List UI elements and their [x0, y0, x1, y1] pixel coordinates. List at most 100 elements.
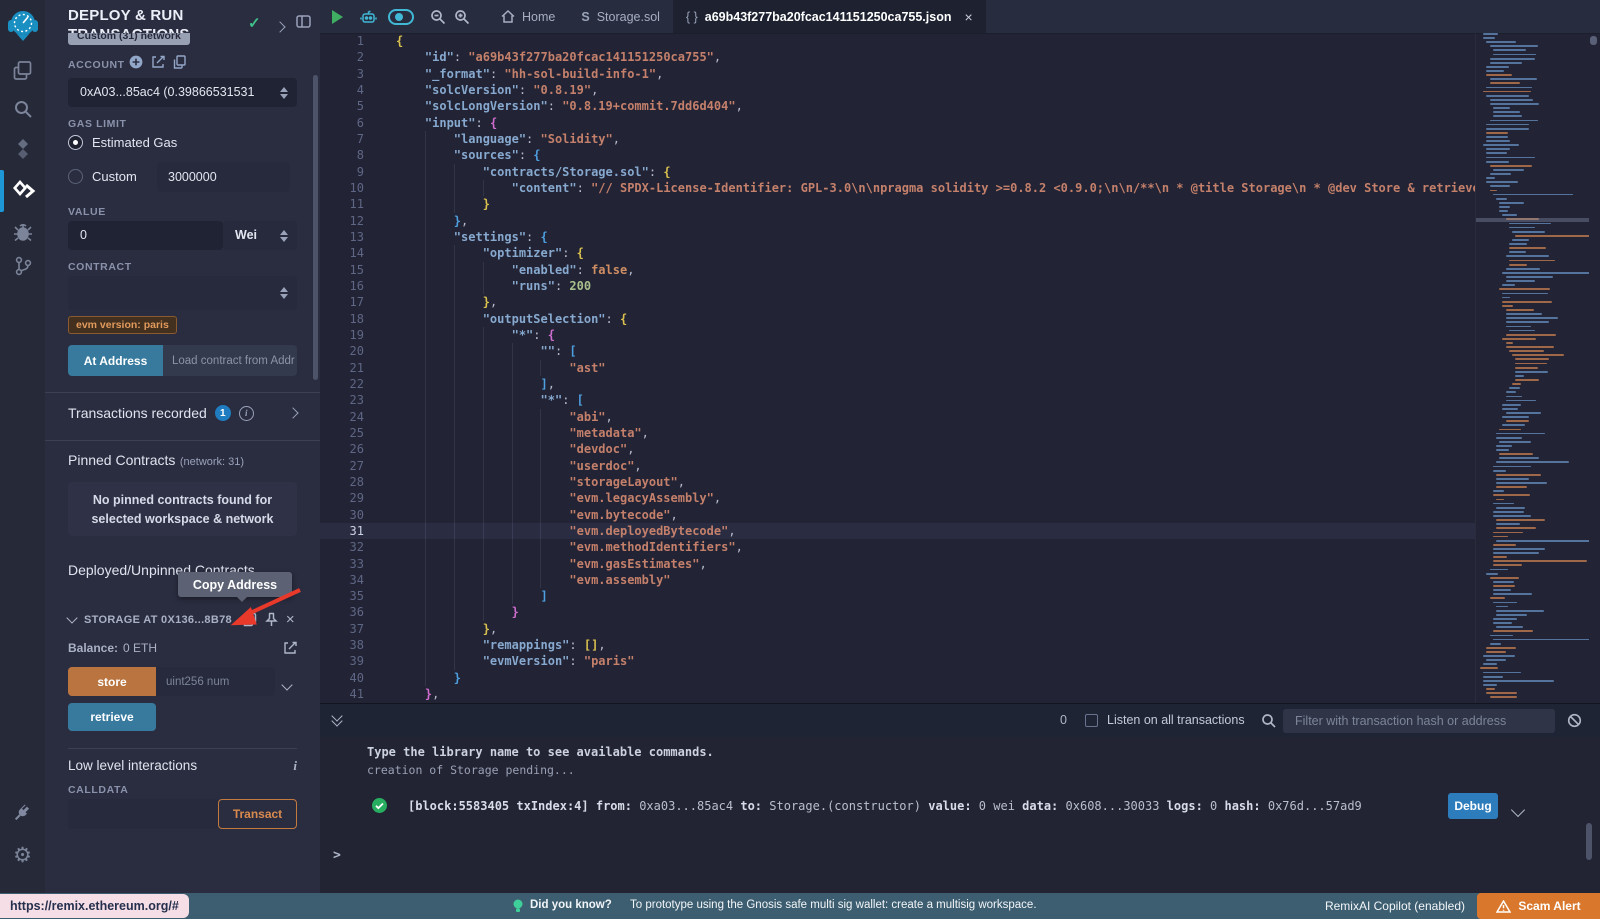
contract-select[interactable]	[68, 276, 297, 310]
code-line[interactable]: 19 "*": {	[320, 327, 1475, 343]
transactions-recorded-row[interactable]: Transactions recorded 1 i	[68, 404, 297, 422]
code-line[interactable]: 36 }	[320, 604, 1475, 620]
estimated-gas-radio[interactable]	[68, 135, 83, 150]
filter-input[interactable]: Filter with transaction hash or address	[1283, 709, 1555, 733]
code-line[interactable]: 39 "evmVersion": "paris"	[320, 653, 1475, 669]
tab-home[interactable]: Home	[488, 0, 568, 33]
code-line[interactable]: 40 }	[320, 670, 1475, 686]
tx-log-line[interactable]: [block:5583405 txIndex:4] from: 0xa03...…	[408, 799, 1362, 813]
account-stepper-icon[interactable]	[280, 87, 288, 99]
code-line[interactable]: 21 "ast"	[320, 360, 1475, 376]
code-line[interactable]: 33 "evm.gasEstimates",	[320, 556, 1475, 572]
code-line[interactable]: 10 "content": "// SPDX-License-Identifie…	[320, 180, 1475, 196]
code-line[interactable]: 38 "remappings": [],	[320, 637, 1475, 653]
unit-stepper-icon[interactable]	[280, 230, 288, 242]
plugin-manager-icon[interactable]	[0, 803, 45, 824]
store-button[interactable]: store	[68, 667, 156, 696]
custom-gas-option[interactable]: Custom	[68, 169, 137, 184]
terminal-search-icon[interactable]	[1261, 713, 1276, 728]
retrieve-button[interactable]: retrieve	[68, 703, 156, 731]
listen-all-checkbox[interactable]	[1085, 714, 1098, 727]
estimated-gas-option[interactable]: Estimated Gas	[68, 135, 177, 150]
code-line[interactable]: 7 "language": "Solidity",	[320, 131, 1475, 147]
run-script-icon[interactable]	[320, 0, 354, 33]
minimap[interactable]	[1475, 33, 1589, 703]
copy-account-icon[interactable]	[173, 55, 186, 69]
code-line[interactable]: 6 "input": {	[320, 115, 1475, 131]
code-line[interactable]: 15 "enabled": false,	[320, 262, 1475, 278]
code-line[interactable]: 8 "sources": {	[320, 147, 1475, 163]
debug-button[interactable]: Debug	[1448, 793, 1498, 819]
code-line[interactable]: 18 "outputSelection": {	[320, 311, 1475, 327]
sidepanel-scrollbar[interactable]	[313, 75, 318, 380]
copilot-status[interactable]: RemixAI Copilot (enabled)	[1325, 899, 1465, 913]
git-icon[interactable]	[0, 256, 45, 276]
search-icon[interactable]	[0, 99, 45, 119]
tx-expand-icon[interactable]	[289, 404, 297, 422]
code-line[interactable]: 3 "_format": "hh-sol-build-info-1",	[320, 66, 1475, 82]
terminal[interactable]: Type the library name to see available c…	[320, 737, 1600, 893]
scam-alert-button[interactable]: Scam Alert	[1477, 893, 1600, 919]
copilot-toggle-icon[interactable]	[382, 0, 420, 33]
code-line[interactable]: 20 "": [	[320, 343, 1475, 359]
code-line[interactable]: 31 "evm.deployedBytecode",	[320, 523, 1475, 539]
store-expand-icon[interactable]	[283, 676, 291, 694]
transact-button[interactable]: Transact	[218, 799, 297, 829]
terminal-prompt[interactable]: >	[333, 848, 341, 863]
tx-expand-icon[interactable]	[1513, 800, 1523, 819]
code-line[interactable]: 5 "solcLongVersion": "0.8.19+commit.7dd6…	[320, 98, 1475, 114]
code-line[interactable]: 22 ],	[320, 376, 1475, 392]
code-line[interactable]: 16 "runs": 200	[320, 278, 1475, 294]
contract-stepper-icon[interactable]	[280, 287, 288, 299]
code-line[interactable]: 14 "optimizer": {	[320, 245, 1475, 261]
at-address-input[interactable]: Load contract from Addr	[163, 345, 297, 376]
code-line[interactable]: 24 "abi",	[320, 409, 1475, 425]
code-line[interactable]: 1{	[320, 33, 1475, 49]
panel-forward-icon[interactable]	[276, 18, 284, 36]
code-line[interactable]: 35 ]	[320, 588, 1475, 604]
code-line[interactable]: 25 "metadata",	[320, 425, 1475, 441]
code-line[interactable]: 23 "*": [	[320, 392, 1475, 408]
tab-build-info-json[interactable]: { } a69b43f277ba20fcac141151250ca755.jso…	[673, 0, 986, 33]
code-editor[interactable]: 1{2 "id": "a69b43f277ba20fcac141151250ca…	[320, 33, 1475, 703]
code-line[interactable]: 41 },	[320, 686, 1475, 702]
close-tab-icon[interactable]: ×	[964, 9, 972, 25]
code-line[interactable]: 27 "userdoc",	[320, 458, 1475, 474]
code-line[interactable]: 28 "storageLayout",	[320, 474, 1475, 490]
remix-logo-icon[interactable]	[0, 8, 45, 42]
code-line[interactable]: 4 "solcVersion": "0.8.19",	[320, 82, 1475, 98]
add-account-icon[interactable]	[129, 55, 143, 69]
account-select[interactable]: 0xA03...85ac4 (0.39866531531	[68, 78, 297, 107]
settings-gear-icon[interactable]: ⚙	[0, 843, 45, 868]
debugger-icon[interactable]	[0, 222, 45, 242]
ai-assistant-icon[interactable]	[354, 0, 382, 33]
file-explorer-icon[interactable]	[0, 60, 45, 81]
code-line[interactable]: 11 }	[320, 196, 1475, 212]
value-unit-select[interactable]: Wei	[223, 221, 297, 250]
code-line[interactable]: 2 "id": "a69b43f277ba20fcac141151250ca75…	[320, 49, 1475, 65]
code-line[interactable]: 37 },	[320, 621, 1475, 637]
low-level-info-icon[interactable]: i	[293, 758, 297, 774]
code-line[interactable]: 12 },	[320, 213, 1475, 229]
contract-collapse-icon[interactable]	[68, 609, 76, 627]
edit-balance-icon[interactable]	[283, 641, 297, 655]
code-line[interactable]: 13 "settings": {	[320, 229, 1475, 245]
tx-info-icon[interactable]: i	[239, 406, 254, 421]
collapse-terminal-icon[interactable]	[333, 712, 341, 725]
code-line[interactable]: 30 "evm.bytecode",	[320, 507, 1475, 523]
code-line[interactable]: 26 "devdoc",	[320, 441, 1475, 457]
calldata-input[interactable]	[68, 799, 218, 829]
clear-console-icon[interactable]	[1567, 713, 1582, 728]
code-line[interactable]: 17 },	[320, 294, 1475, 310]
zoom-out-icon[interactable]	[426, 0, 450, 33]
code-line[interactable]: 29 "evm.legacyAssembly",	[320, 490, 1475, 506]
pin-panel-icon[interactable]	[296, 15, 311, 28]
code-line[interactable]: 34 "evm.assembly"	[320, 572, 1475, 588]
custom-gas-input[interactable]: 3000000	[157, 162, 290, 192]
zoom-in-icon[interactable]	[450, 0, 474, 33]
terminal-scrollbar[interactable]	[1586, 823, 1592, 860]
store-arg-input[interactable]: uint256 num	[156, 667, 275, 696]
tab-storage-sol[interactable]: S Storage.sol	[568, 0, 673, 33]
solidity-compiler-icon[interactable]	[0, 138, 45, 160]
at-address-button[interactable]: At Address	[68, 345, 163, 376]
